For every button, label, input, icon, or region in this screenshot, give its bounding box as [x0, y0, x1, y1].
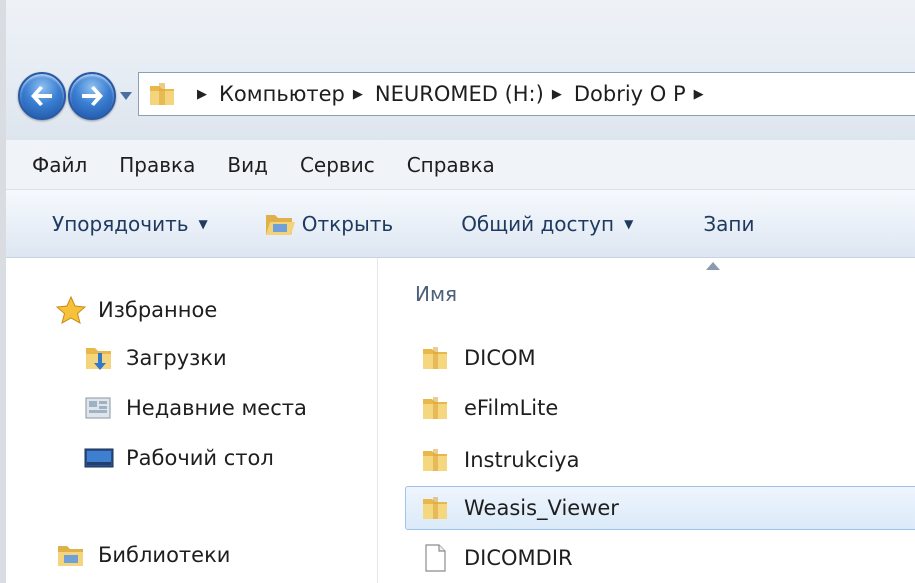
share-button[interactable]: Общий доступ ▼: [453, 206, 641, 242]
dropdown-arrow-icon: ▼: [624, 216, 634, 231]
downloads-folder-icon: [84, 344, 114, 372]
column-header-name[interactable]: Имя: [415, 282, 457, 306]
folder-icon: [420, 343, 450, 373]
menu-help[interactable]: Справка: [401, 149, 501, 181]
file-name: eFilmLite: [464, 396, 559, 420]
menu-view[interactable]: Вид: [221, 149, 274, 181]
folder-icon: [150, 83, 174, 105]
nav-favorites[interactable]: Избранное: [56, 296, 217, 324]
file-name: Instrukciya: [464, 448, 580, 472]
nav-downloads-label: Загрузки: [126, 346, 227, 370]
file-row-weasis-viewer[interactable]: Weasis_Viewer: [405, 486, 915, 530]
menu-file[interactable]: Файл: [26, 149, 93, 181]
desktop-icon: [84, 444, 114, 472]
nav-recent-places-label: Недавние места: [126, 396, 307, 420]
organize-label: Упорядочить: [52, 211, 189, 236]
folder-icon: [420, 445, 450, 475]
file-name: DICOMDIR: [464, 546, 573, 570]
menu-edit[interactable]: Правка: [113, 149, 201, 181]
back-button[interactable]: [18, 72, 66, 120]
forward-arrow-icon: [82, 86, 103, 106]
back-arrow-icon: [31, 86, 52, 106]
file-row-dicom[interactable]: DICOM: [405, 336, 915, 380]
menu-bar: Файл Правка Вид Сервис Справка: [6, 140, 915, 190]
breadcrumb-drive[interactable]: NEUROMED (H:): [375, 82, 544, 106]
star-icon: [56, 296, 86, 324]
folder-icon: [420, 393, 450, 423]
file-row-efilmlite[interactable]: eFilmLite: [405, 386, 915, 430]
nav-recent-places[interactable]: Недавние места: [84, 394, 307, 422]
dropdown-arrow-icon: ▼: [198, 216, 208, 231]
organize-button[interactable]: Упорядочить ▼: [44, 206, 216, 242]
breadcrumb-computer[interactable]: Компьютер: [219, 82, 345, 106]
breadcrumb-folder[interactable]: Dobriy O P: [574, 82, 686, 106]
burn-label: Запи: [703, 211, 755, 236]
open-folder-icon: [265, 214, 295, 235]
burn-button[interactable]: Запи: [695, 206, 762, 242]
explorer-window: ▶ Компьютер ▶ NEUROMED (H:) ▶ Dobriy O P…: [0, 0, 915, 583]
folder-icon: [420, 493, 450, 523]
nav-libraries[interactable]: Библиотеки: [56, 541, 230, 569]
recent-places-icon: [84, 394, 114, 422]
address-strip: ▶ Компьютер ▶ NEUROMED (H:) ▶ Dobriy O P…: [6, 0, 915, 140]
nav-desktop[interactable]: Рабочий стол: [84, 444, 274, 472]
nav-desktop-label: Рабочий стол: [126, 446, 274, 470]
nav-favorites-label: Избранное: [98, 298, 218, 322]
share-label: Общий доступ: [461, 211, 615, 236]
recent-pages-chevron-icon[interactable]: [119, 90, 133, 102]
forward-button[interactable]: [68, 72, 116, 120]
open-label: Открыть: [301, 211, 394, 236]
nav-libraries-label: Библиотеки: [98, 543, 231, 567]
file-row-dicomdir[interactable]: DICOMDIR: [405, 536, 915, 580]
breadcrumb-separator-icon[interactable]: ▶: [353, 87, 363, 102]
menu-tools[interactable]: Сервис: [294, 149, 381, 181]
address-bar[interactable]: ▶ Компьютер ▶ NEUROMED (H:) ▶ Dobriy O P…: [138, 72, 915, 116]
nav-downloads[interactable]: Загрузки: [84, 344, 227, 372]
breadcrumb-separator-icon[interactable]: ▶: [552, 87, 562, 102]
open-button[interactable]: Открыть: [256, 204, 401, 244]
breadcrumb-separator-icon[interactable]: ▶: [694, 87, 704, 102]
breadcrumb-separator-icon[interactable]: ▶: [197, 87, 207, 102]
file-list: Имя DICOM eFilmLite Instrukciya Weasis_V…: [379, 258, 915, 583]
file-icon: [420, 543, 450, 573]
file-name: Weasis_Viewer: [464, 496, 619, 520]
file-name: DICOM: [464, 346, 536, 370]
sort-ascending-icon: [706, 262, 720, 270]
file-row-instrukciya[interactable]: Instrukciya: [405, 438, 915, 482]
libraries-icon: [56, 541, 86, 569]
navigation-pane: Избранное Загрузки Недавние места Рабочи…: [6, 258, 378, 583]
command-bar: Упорядочить ▼ Открыть Общий доступ ▼ Зап…: [6, 190, 915, 258]
